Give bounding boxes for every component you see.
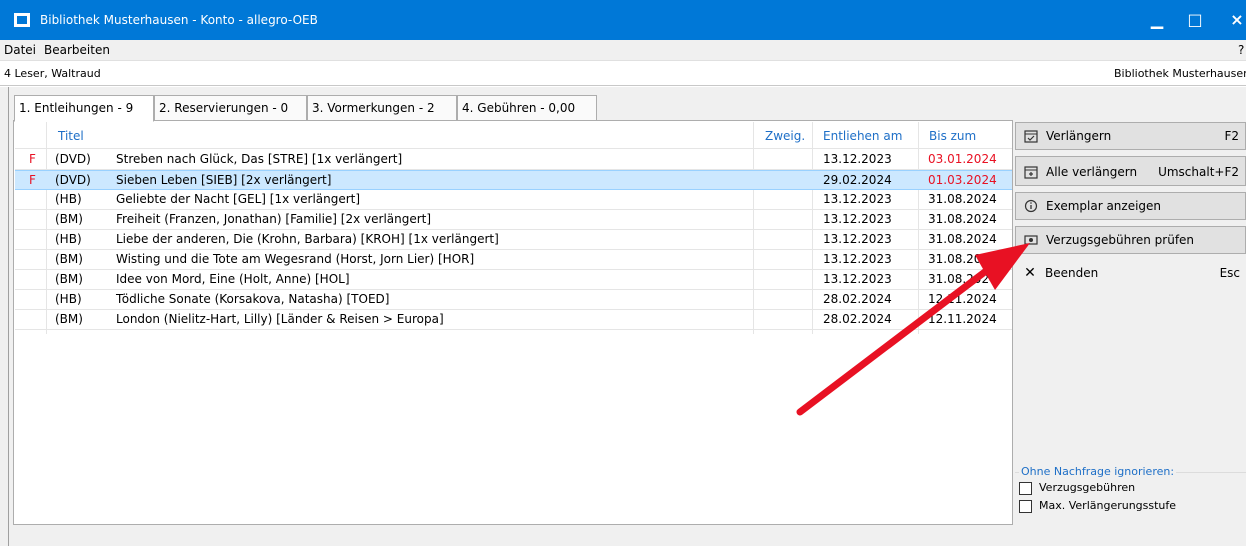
show-item-button[interactable]: Exemplar anzeigen bbox=[1015, 192, 1246, 220]
title-cell: Sieben Leben [SIEB] [2x verlängert] bbox=[116, 173, 332, 187]
due-date: 31.08.2024 bbox=[928, 192, 997, 206]
quit-button[interactable]: ✕ Beenden Esc bbox=[1015, 260, 1246, 288]
due-date: 31.08.2024 bbox=[928, 212, 997, 226]
media-type: (BM) bbox=[55, 272, 83, 286]
table-row[interactable]: (BM) Wisting und die Tote am Wegesrand (H… bbox=[15, 250, 1012, 270]
app-icon bbox=[14, 13, 30, 27]
ignore-fees-checkbox[interactable] bbox=[1019, 482, 1032, 495]
loaned-date: 13.12.2023 bbox=[823, 192, 892, 206]
show-item-label: Exemplar anzeigen bbox=[1046, 199, 1162, 213]
table-header: Titel Zweig. Entliehen am Bis zum bbox=[15, 122, 1012, 149]
title-cell: Geliebte der Nacht [GEL] [1x verlängert] bbox=[116, 192, 361, 206]
tab-gebuehren[interactable]: 4. Gebühren - 0,00 bbox=[457, 95, 597, 121]
ignore-max-renewal-checkbox[interactable] bbox=[1019, 500, 1032, 513]
due-date: 31.08.2024 bbox=[928, 252, 997, 266]
quit-shortcut: Esc bbox=[1219, 266, 1240, 280]
title-cell: London (Nielitz-Hart, Lilly) [Länder & R… bbox=[116, 312, 444, 326]
ignore-max-renewal-label: Max. Verlängerungsstufe bbox=[1039, 499, 1177, 512]
table-row[interactable]: (BM) Freiheit (Franzen, Jonathan) [Famili… bbox=[15, 210, 1012, 230]
group-title: Ohne Nachfrage ignorieren: bbox=[1019, 465, 1177, 478]
quit-label: Beenden bbox=[1045, 266, 1099, 280]
title-cell: Liebe der anderen, Die (Krohn, Barbara) … bbox=[116, 232, 499, 246]
maximize-button[interactable]: □ bbox=[1180, 6, 1210, 34]
window-titlebar: Bibliothek Musterhausen - Konto - allegr… bbox=[0, 0, 1246, 40]
tab-entleihungen[interactable]: 1. Entleihungen - 9 bbox=[14, 95, 154, 122]
due-date: 03.01.2024 bbox=[928, 152, 997, 166]
loaned-date: 13.12.2023 bbox=[823, 232, 892, 246]
title-cell: Tödliche Sonate (Korsakova, Natasha) [TO… bbox=[116, 292, 390, 306]
check-fees-button[interactable]: Verzugsgebühren prüfen bbox=[1015, 226, 1246, 254]
table-row[interactable]: F (DVD) Sieben Leben [SIEB] [2x verlängert… bbox=[15, 170, 1012, 190]
tab-reservierungen[interactable]: 2. Reservierungen - 0 bbox=[154, 95, 307, 121]
renew-label: Verlängern bbox=[1046, 129, 1112, 143]
header-bis-zum[interactable]: Bis zum bbox=[929, 129, 976, 143]
table-row[interactable]: F (DVD) Streben nach Glück, Das [STRE] [1x… bbox=[15, 150, 1012, 170]
calendar-plus-icon bbox=[1024, 165, 1038, 179]
menu-datei[interactable]: Datei bbox=[4, 43, 36, 57]
loaned-date: 29.02.2024 bbox=[823, 173, 892, 187]
media-type: (BM) bbox=[55, 212, 83, 226]
close-icon: ✕ bbox=[1024, 265, 1036, 281]
menu-help[interactable]: ? bbox=[1238, 43, 1244, 57]
reader-name: 4 Leser, Waltraud bbox=[4, 67, 101, 80]
header-zweig[interactable]: Zweig. bbox=[765, 129, 805, 143]
menu-bar: Datei Bearbeiten ? bbox=[0, 40, 1246, 61]
close-window-button[interactable]: × bbox=[1222, 6, 1246, 34]
due-date: 31.08.2024 bbox=[928, 272, 997, 286]
tab-vormerkungen[interactable]: 3. Vormerkungen - 2 bbox=[307, 95, 457, 121]
info-icon bbox=[1024, 199, 1038, 213]
reader-info-bar: 4 Leser, Waltraud Bibliothek Musterhause… bbox=[0, 62, 1246, 86]
media-type: (HB) bbox=[55, 232, 82, 246]
renew-all-shortcut: Umschalt+F2 bbox=[1158, 165, 1239, 179]
loaned-date: 13.12.2023 bbox=[823, 212, 892, 226]
action-panel: Verlängern F2 Alle verlängern Umschalt+F… bbox=[1015, 122, 1246, 362]
media-type: (BM) bbox=[55, 252, 83, 266]
calendar-check-icon bbox=[1024, 129, 1038, 143]
overdue-flag: F bbox=[29, 152, 36, 166]
left-border bbox=[8, 87, 9, 546]
ignore-options-group: Ohne Nachfrage ignorieren: Verzugsgebühr… bbox=[1015, 465, 1246, 525]
minimize-button[interactable]: ▁ bbox=[1142, 6, 1172, 34]
window-title: Bibliothek Musterhausen - Konto - allegr… bbox=[40, 13, 318, 27]
renew-shortcut: F2 bbox=[1224, 129, 1239, 143]
loaned-date: 13.12.2023 bbox=[823, 272, 892, 286]
renew-all-button[interactable]: Alle verlängern Umschalt+F2 bbox=[1015, 156, 1246, 186]
renew-all-label: Alle verlängern bbox=[1046, 165, 1138, 179]
loans-table: Titel Zweig. Entliehen am Bis zum F (DVD)… bbox=[15, 122, 1012, 352]
table-row[interactable]: (BM) Idee von Mord, Eine (Holt, Anne) [HO… bbox=[15, 270, 1012, 290]
loaned-date: 13.12.2023 bbox=[823, 252, 892, 266]
loaned-date: 28.02.2024 bbox=[823, 292, 892, 306]
money-icon bbox=[1024, 233, 1038, 247]
title-cell: Wisting und die Tote am Wegesrand (Horst… bbox=[116, 252, 475, 266]
title-cell: Streben nach Glück, Das [STRE] [1x verlä… bbox=[116, 152, 403, 166]
loaned-date: 13.12.2023 bbox=[823, 152, 892, 166]
media-type: (BM) bbox=[55, 312, 83, 326]
header-titel[interactable]: Titel bbox=[58, 129, 84, 143]
due-date: 01.03.2024 bbox=[928, 173, 997, 187]
due-date: 31.08.2024 bbox=[928, 232, 997, 246]
renew-button[interactable]: Verlängern F2 bbox=[1015, 122, 1246, 150]
table-row[interactable]: (HB) Tödliche Sonate (Korsakova, Natasha)… bbox=[15, 290, 1012, 310]
title-cell: Freiheit (Franzen, Jonathan) [Familie] [… bbox=[116, 212, 432, 226]
table-row[interactable]: (BM) London (Nielitz-Hart, Lilly) [Länder… bbox=[15, 310, 1012, 330]
ignore-fees-label: Verzugsgebühren bbox=[1039, 481, 1136, 494]
menu-bearbeiten[interactable]: Bearbeiten bbox=[44, 43, 110, 57]
overdue-flag: F bbox=[29, 173, 36, 187]
table-row[interactable]: (HB) Liebe der anderen, Die (Krohn, Barba… bbox=[15, 230, 1012, 250]
media-type: (HB) bbox=[55, 292, 82, 306]
table-row[interactable]: (HB) Geliebte der Nacht [GEL] [1x verläng… bbox=[15, 190, 1012, 210]
title-cell: Idee von Mord, Eine (Holt, Anne) [HOL] bbox=[116, 272, 350, 286]
due-date: 12.11.2024 bbox=[928, 312, 997, 326]
check-fees-label: Verzugsgebühren prüfen bbox=[1046, 233, 1195, 247]
library-name: Bibliothek Musterhausen bbox=[1114, 67, 1246, 80]
media-type: (DVD) bbox=[55, 173, 91, 187]
loans-panel: Titel Zweig. Entliehen am Bis zum F (DVD)… bbox=[13, 120, 1013, 525]
media-type: (HB) bbox=[55, 192, 82, 206]
header-entliehen[interactable]: Entliehen am bbox=[823, 129, 902, 143]
due-date: 12.11.2024 bbox=[928, 292, 997, 306]
media-type: (DVD) bbox=[55, 152, 91, 166]
loaned-date: 28.02.2024 bbox=[823, 312, 892, 326]
